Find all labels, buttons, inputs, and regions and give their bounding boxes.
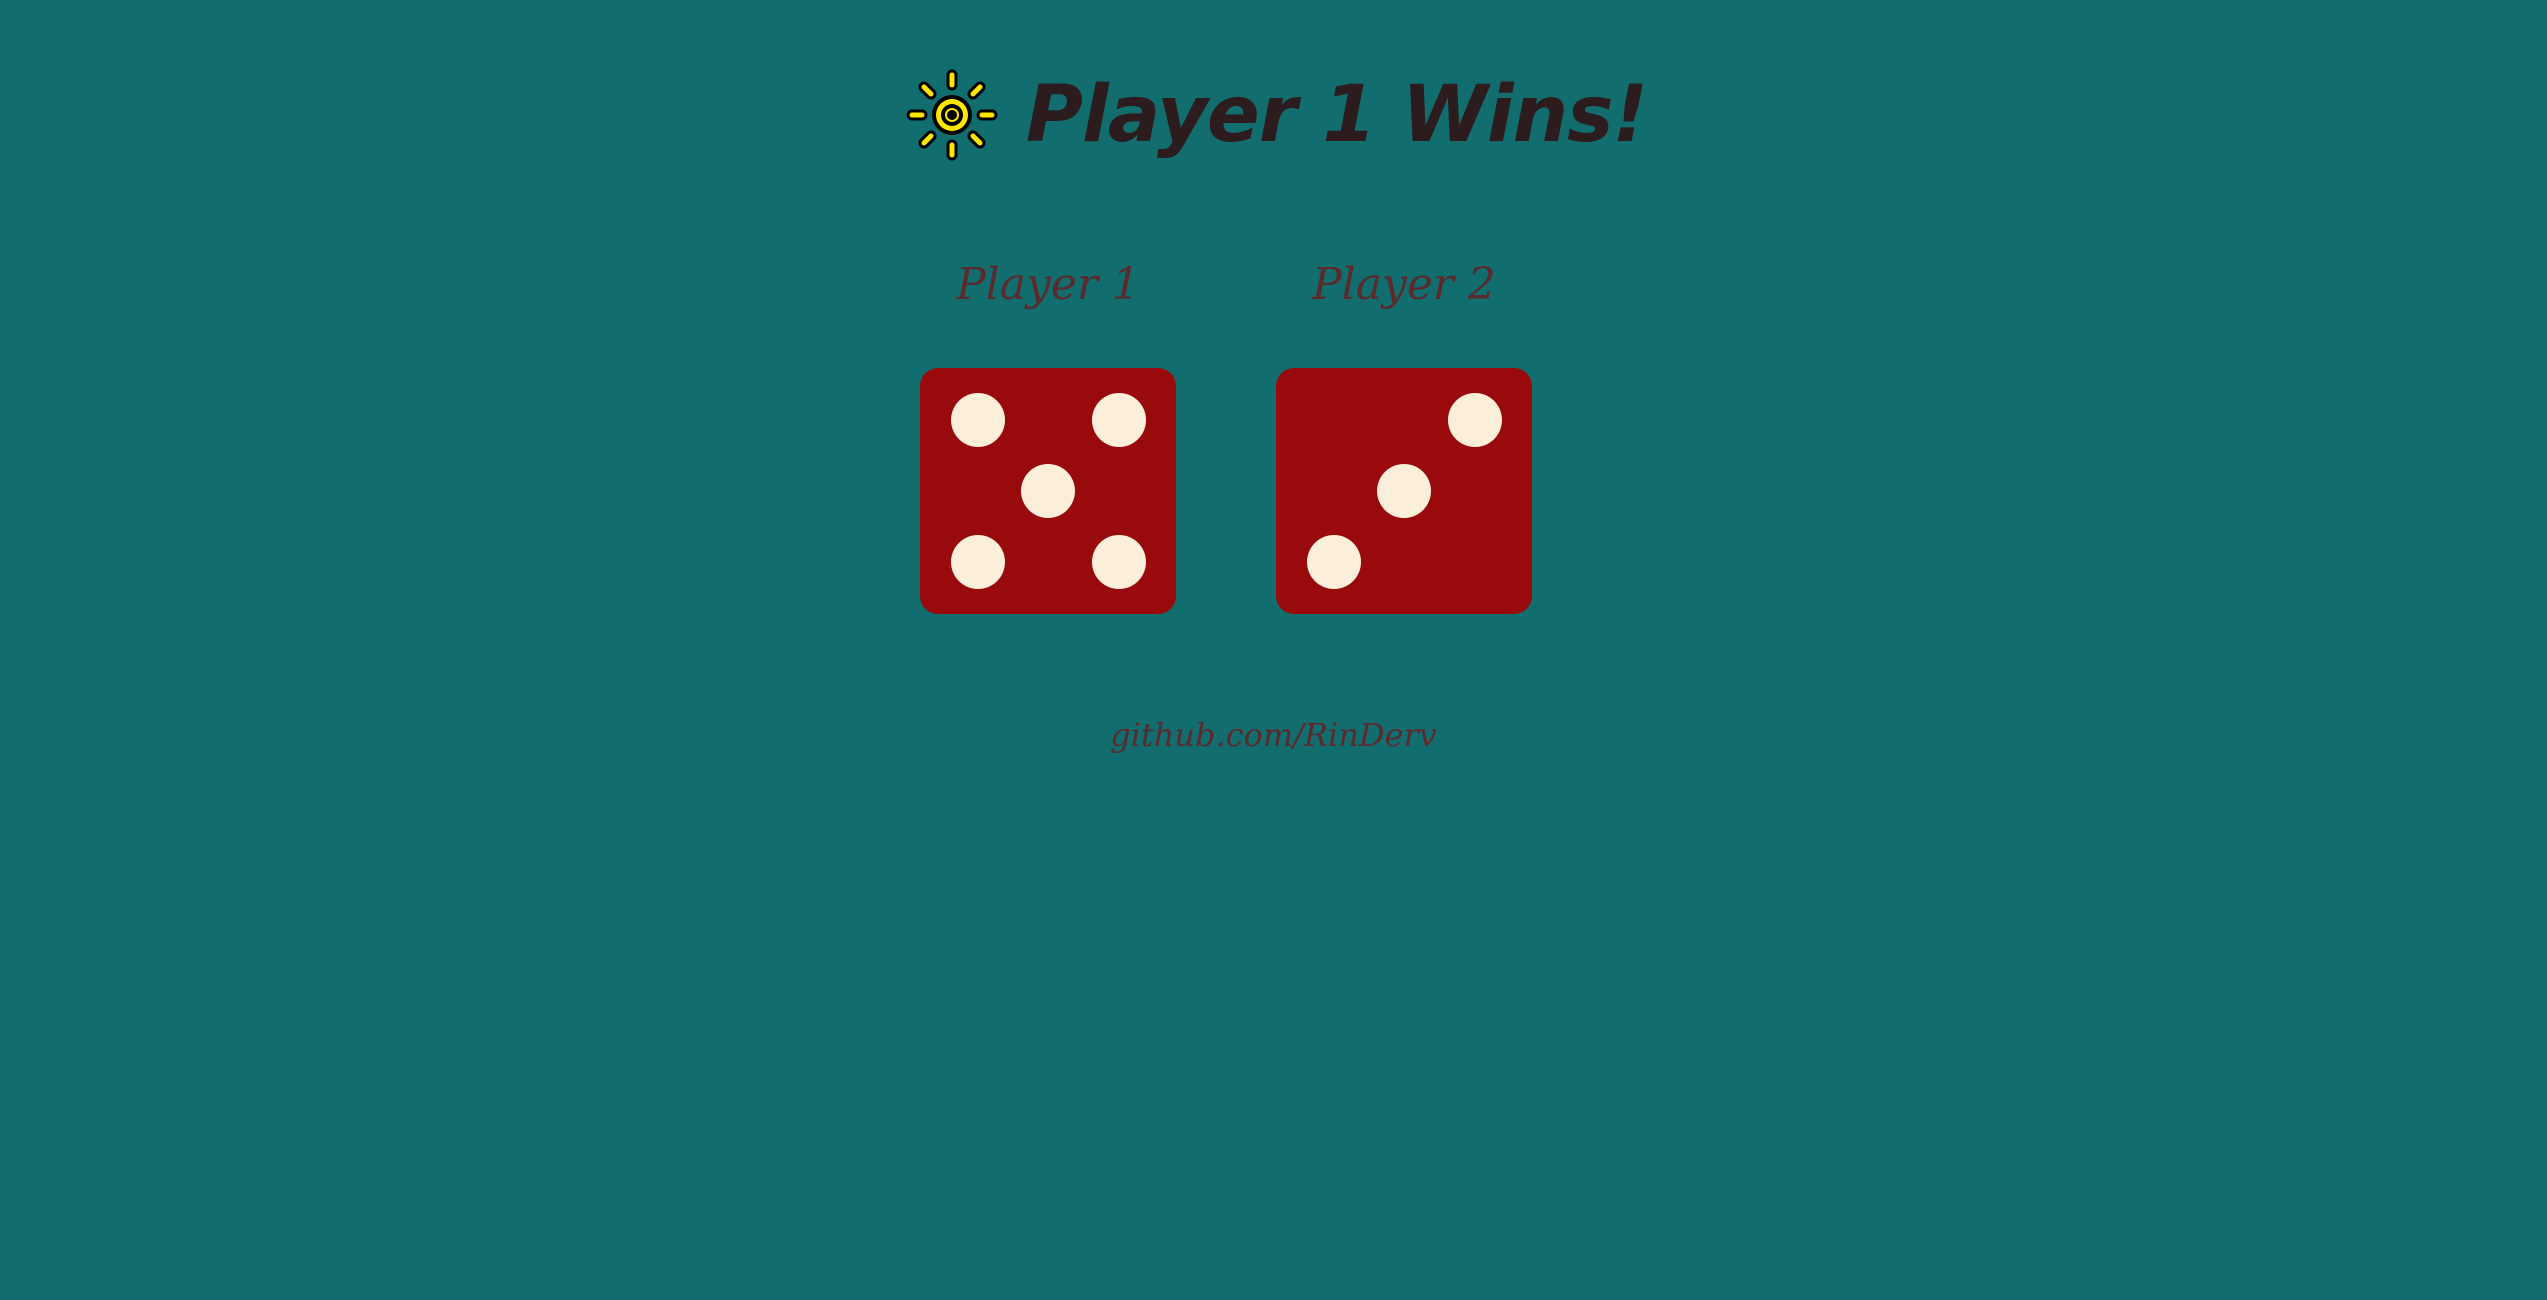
die-pip xyxy=(1021,464,1075,518)
player-2-die xyxy=(1276,368,1532,614)
player-2-label: Player 2 xyxy=(1312,259,1496,310)
die-pip xyxy=(951,393,1005,447)
die-pip xyxy=(1092,393,1146,447)
sun-icon xyxy=(906,69,998,161)
header: Player 1 Wins! xyxy=(0,60,2547,170)
die-pip xyxy=(951,535,1005,589)
winner-title: Player 1 Wins! xyxy=(1025,70,1648,160)
die-pip xyxy=(1307,535,1361,589)
github-link[interactable]: github.com/RinDerv xyxy=(0,716,2547,754)
player-1-die xyxy=(920,368,1176,614)
die-pip xyxy=(1092,535,1146,589)
die-pip xyxy=(1448,393,1502,447)
player-2-panel: Player 2 xyxy=(1274,255,1534,315)
title-row: Player 1 Wins! xyxy=(906,69,1648,161)
die-pip xyxy=(1377,464,1431,518)
player-1-panel: Player 1 xyxy=(918,255,1178,315)
player-1-label: Player 1 xyxy=(956,259,1140,310)
